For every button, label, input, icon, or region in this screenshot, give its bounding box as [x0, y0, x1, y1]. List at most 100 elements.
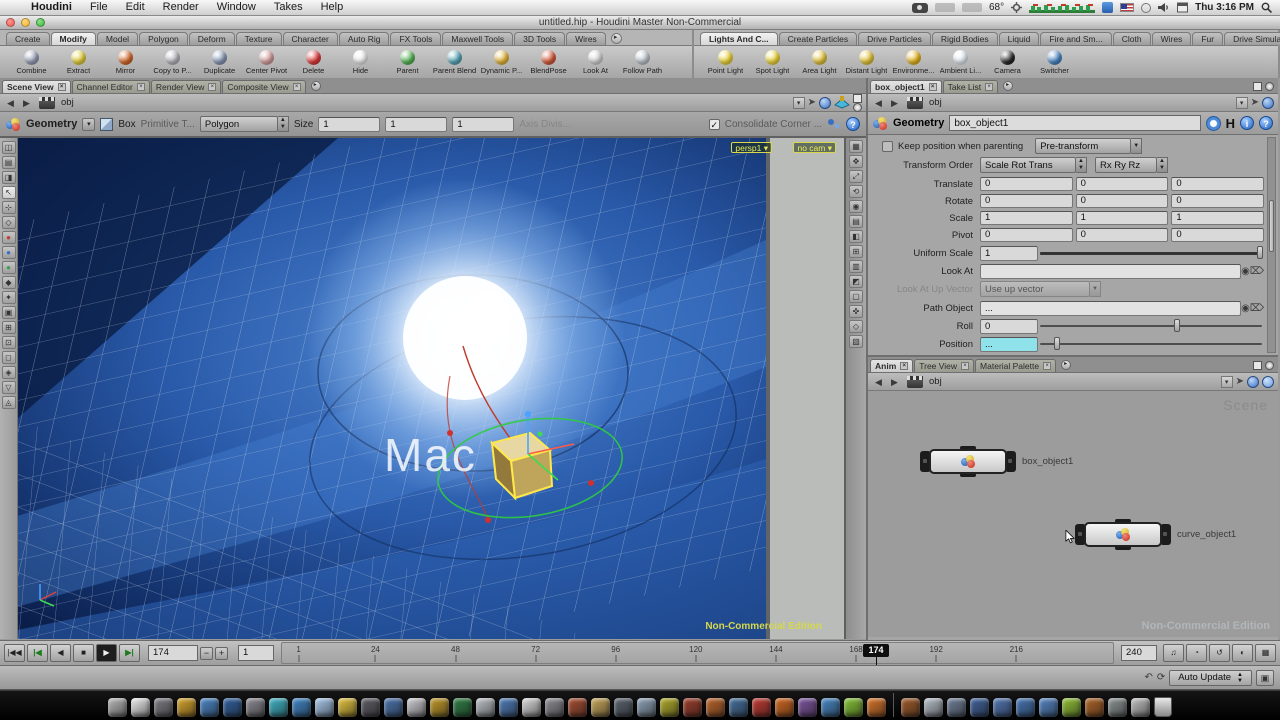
menu-houdini[interactable]: Houdini	[22, 1, 81, 13]
go-start-button[interactable]: |◀◀	[4, 644, 25, 662]
dock-icon[interactable]	[200, 698, 219, 717]
menu-window[interactable]: Window	[208, 1, 265, 13]
dock-icon[interactable]	[131, 698, 150, 717]
viewport-camera-label[interactable]: persp1 ▾	[731, 142, 772, 153]
dock-icon[interactable]	[683, 698, 702, 717]
shelf-tool-mirror[interactable]: Mirror	[102, 46, 149, 78]
roll-field[interactable]: 0	[980, 319, 1038, 334]
render-bucket-icon[interactable]	[834, 96, 850, 109]
tab-close-icon[interactable]: ×	[929, 83, 937, 91]
pane-tab-material-palette[interactable]: Material Palette×	[975, 359, 1056, 372]
pane-maximize-icon[interactable]	[1253, 82, 1262, 91]
new-tab-icon[interactable]	[1003, 81, 1013, 91]
play-button[interactable]: ▶	[96, 644, 117, 662]
dock-icon[interactable]	[706, 698, 725, 717]
playhead[interactable]: 174	[863, 644, 889, 657]
viewport-cam-menu[interactable]: no cam ▾	[793, 142, 836, 153]
dock-icon[interactable]	[591, 698, 610, 717]
display-option-icon[interactable]: ⟲	[849, 185, 863, 198]
shelf-tool-camera[interactable]: Camera	[984, 46, 1031, 78]
keep-position-checkbox[interactable]	[882, 141, 893, 152]
position-field[interactable]: ...	[980, 337, 1038, 352]
path-dropdown-icon[interactable]: ▾	[1236, 97, 1248, 109]
viewport-tool-icon[interactable]: ✦	[2, 291, 16, 304]
dock-icon[interactable]	[660, 698, 679, 717]
pane-tab-anim[interactable]: Anim×	[870, 359, 913, 372]
shelf-tool-delete[interactable]: Delete	[290, 46, 337, 78]
dock-icon[interactable]	[499, 698, 518, 717]
tab-close-icon[interactable]: ×	[137, 83, 145, 91]
nav-forward-icon[interactable]: ▶	[20, 97, 33, 109]
viewport-tool-icon[interactable]: ◇	[2, 216, 16, 229]
shelf-tool-spot-light[interactable]: Spot Light	[749, 46, 796, 78]
shelf-tool-environme-[interactable]: Environme...	[890, 46, 937, 78]
dock-icon[interactable]	[844, 698, 863, 717]
display-option-icon[interactable]: ▦	[849, 140, 863, 153]
display-option-icon[interactable]: ✥	[849, 155, 863, 168]
shelf-tool-point-light[interactable]: Point Light	[702, 46, 749, 78]
shelf-tool-parent-blend[interactable]: Parent Blend	[431, 46, 478, 78]
help-icon[interactable]: ?	[1259, 116, 1273, 130]
size-z-field[interactable]: 1	[452, 117, 514, 132]
network-type-icon[interactable]	[39, 97, 55, 109]
shelf-tab-wires[interactable]: Wires	[1152, 32, 1192, 45]
network-path[interactable]: obj	[61, 97, 790, 108]
pane-tab-tree-view[interactable]: Tree View×	[914, 359, 974, 372]
dock-icon[interactable]	[315, 698, 334, 717]
dock-icon[interactable]	[1085, 698, 1104, 717]
pin-icon[interactable]: ➤	[1236, 376, 1244, 387]
dock-icon[interactable]	[947, 698, 966, 717]
shelf-tab-maxwell-tools[interactable]: Maxwell Tools	[442, 32, 513, 45]
dock-icon[interactable]	[924, 698, 943, 717]
clear-icon[interactable]: ⌦	[1250, 266, 1264, 277]
display-option-icon[interactable]: ⊞	[849, 245, 863, 258]
nav-back-icon[interactable]: ◀	[872, 376, 885, 388]
shelf-tool-duplicate[interactable]: Duplicate	[196, 46, 243, 78]
dock-icon[interactable]	[970, 698, 989, 717]
primitive-type-select[interactable]: Polygon	[200, 116, 278, 132]
dock-icon[interactable]	[545, 698, 564, 717]
viewport-tool-icon[interactable]: ●	[2, 246, 16, 259]
pane-tab-scene-view[interactable]: Scene View×	[2, 80, 71, 93]
undo-icon[interactable]: ↶	[1144, 672, 1152, 683]
shelf-tab-rigid-bodies[interactable]: Rigid Bodies	[932, 32, 998, 45]
param-field-scale-x[interactable]: 1	[980, 211, 1073, 225]
shelf-tool-ambient-li-[interactable]: Ambient Li...	[937, 46, 984, 78]
shelf-tool-parent[interactable]: Parent	[384, 46, 431, 78]
dock-icon[interactable]	[246, 698, 265, 717]
pane-split-icon[interactable]	[1265, 82, 1274, 91]
param-field-pivot-z[interactable]: 0	[1171, 228, 1264, 242]
dock-icon[interactable]	[775, 698, 794, 717]
new-tab-icon[interactable]	[311, 81, 321, 91]
dock-icon[interactable]	[430, 698, 449, 717]
dock-icon[interactable]	[384, 698, 403, 717]
dock-icon[interactable]	[476, 698, 495, 717]
menu-file[interactable]: File	[81, 1, 117, 13]
dock-icon[interactable]	[1108, 698, 1127, 717]
viewport-tool-icon[interactable]: ●	[2, 231, 16, 244]
new-tab-icon[interactable]	[1061, 360, 1071, 370]
params-scrollbar[interactable]	[1267, 137, 1276, 353]
node-box-object1[interactable]: box_object1	[920, 449, 1016, 474]
dock-icon[interactable]	[901, 698, 920, 717]
nav-back-icon[interactable]: ◀	[4, 97, 17, 109]
nav-forward-icon[interactable]: ▶	[888, 376, 901, 388]
param-field-translate-x[interactable]: 0	[980, 177, 1073, 191]
uniform-scale-slider[interactable]	[1038, 246, 1264, 260]
param-field-translate-z[interactable]: 0	[1171, 177, 1264, 191]
frame-decrement-button[interactable]: −	[200, 647, 213, 660]
display-option-icon[interactable]: ▤	[849, 215, 863, 228]
viewport-tool-icon[interactable]: ◨	[2, 171, 16, 184]
viewport-tool-icon[interactable]: ▽	[2, 381, 16, 394]
display-option-icon[interactable]: ◉	[849, 200, 863, 213]
shelf-tab-fire-and-sm-[interactable]: Fire and Sm...	[1040, 32, 1111, 45]
pin-icon[interactable]: ➤	[1251, 97, 1259, 108]
step-size-button[interactable]: ◐	[1232, 644, 1253, 662]
shelf-tab-liquid[interactable]: Liquid	[999, 32, 1040, 45]
link-orb-icon[interactable]	[1262, 97, 1274, 109]
viewport-tool-icon[interactable]: ◆	[2, 276, 16, 289]
update-mode-dropdown[interactable]: Auto Update ▲▼	[1169, 670, 1252, 686]
dock-icon[interactable]	[1016, 698, 1035, 717]
shelf-tab-deform[interactable]: Deform	[189, 32, 235, 45]
display-option-icon[interactable]: ◩	[849, 275, 863, 288]
